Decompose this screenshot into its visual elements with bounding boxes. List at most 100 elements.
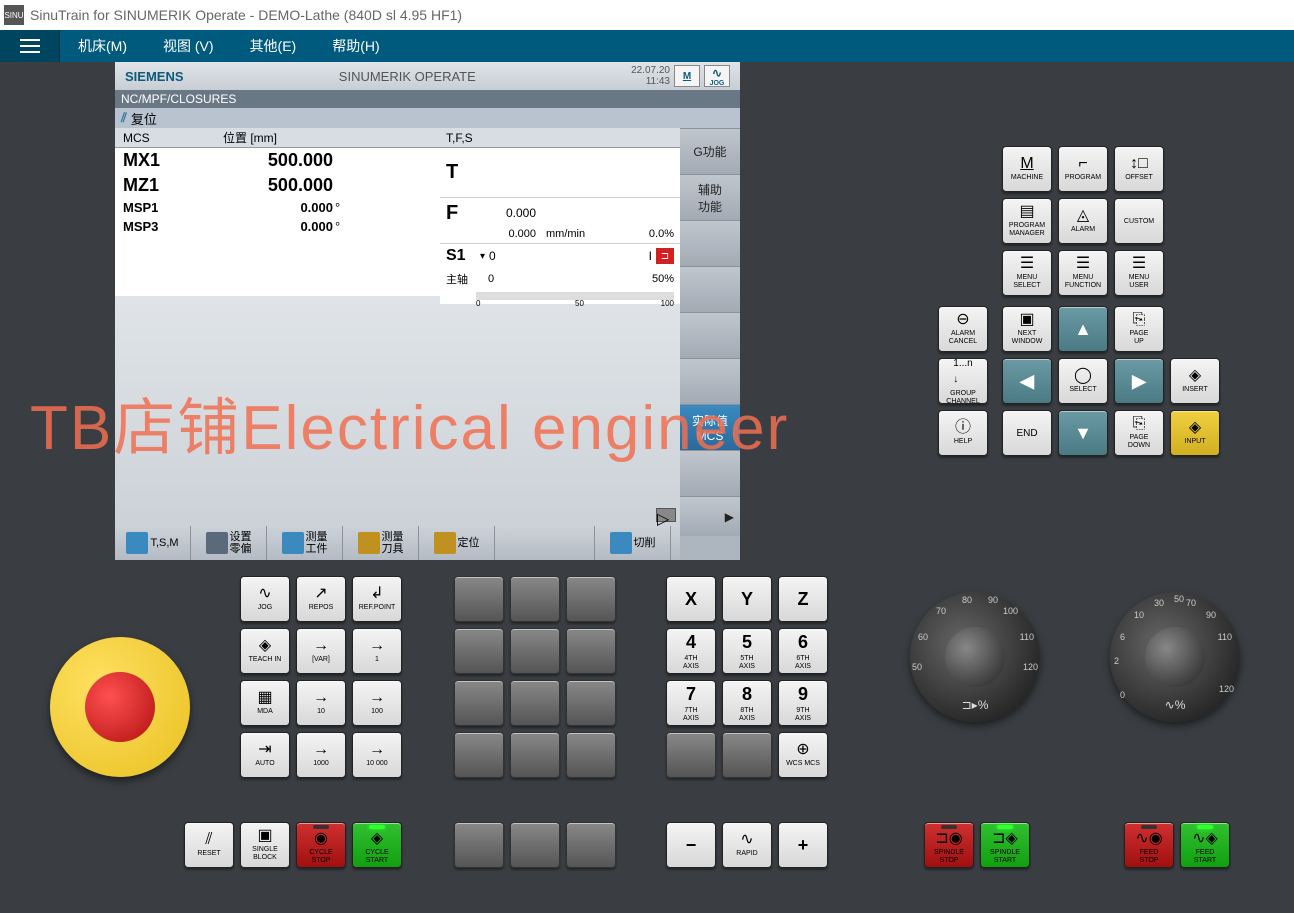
key-plus[interactable]: + xyxy=(778,822,828,868)
key-inc10000[interactable]: →10 000 xyxy=(352,732,402,778)
hamburger-menu[interactable] xyxy=(0,30,60,62)
key-spindle-start[interactable]: ⊐◈SPINDLE START xyxy=(980,822,1030,868)
key-teachin[interactable]: ◈TEACH IN xyxy=(240,628,290,674)
spindle-override-dial[interactable]: ⊐▸% 50 60 70 80 90 100 110 120 xyxy=(910,592,1040,722)
key-inc10[interactable]: →10 xyxy=(296,680,346,726)
key-6th[interactable]: 66TH AXIS xyxy=(778,628,828,674)
key-group-channel[interactable]: 1...n↓GROUP CHANNEL xyxy=(938,358,988,404)
blank-key[interactable] xyxy=(566,732,616,778)
axis-val: 500.000 xyxy=(203,175,333,196)
key-alarm-cancel[interactable]: ⊖ALARM CANCEL xyxy=(938,306,988,352)
key-5th[interactable]: 55TH AXIS xyxy=(722,628,772,674)
menu-help[interactable]: 帮助(H) xyxy=(314,36,397,56)
key-program[interactable]: ⌐PROGRAM xyxy=(1058,146,1108,192)
key-prog-mgr[interactable]: ▤PROGRAM MANAGER xyxy=(1002,198,1052,244)
vsk-5[interactable] xyxy=(680,312,740,358)
blank-key[interactable] xyxy=(566,680,616,726)
key-7th[interactable]: 77TH AXIS xyxy=(666,680,716,726)
key-9th[interactable]: 99TH AXIS xyxy=(778,680,828,726)
key-feed-stop[interactable]: ∿◉FEED STOP xyxy=(1124,822,1174,868)
blank-key[interactable] xyxy=(454,628,504,674)
vsk-6[interactable] xyxy=(680,358,740,404)
vsk-aux[interactable]: 辅助 功能 xyxy=(680,174,740,220)
sk-meas-wp[interactable]: 测量 工件 xyxy=(267,526,343,560)
key-reset[interactable]: ⫽RESET xyxy=(184,822,234,868)
blank-key[interactable] xyxy=(566,576,616,622)
blank-key[interactable] xyxy=(510,628,560,674)
key-8th[interactable]: 88TH AXIS xyxy=(722,680,772,726)
key-next-window[interactable]: ▣NEXT WINDOW xyxy=(1002,306,1052,352)
key-jog[interactable]: ∿JOG xyxy=(240,576,290,622)
blank-key[interactable] xyxy=(454,732,504,778)
key-custom[interactable]: CUSTOM xyxy=(1114,198,1164,244)
vsk-gfunc[interactable]: G功能 xyxy=(680,128,740,174)
menu-machine[interactable]: 机床(M) xyxy=(60,36,145,56)
blank-key[interactable] xyxy=(510,732,560,778)
program-path: NC/MPF/CLOSURES xyxy=(115,90,740,108)
key-menu-user[interactable]: ☰MENU USER xyxy=(1114,250,1164,296)
key-alarm[interactable]: ◬ALARM xyxy=(1058,198,1108,244)
key-wcs-mcs[interactable]: ⊕WCS MCS xyxy=(778,732,828,778)
blank-key[interactable] xyxy=(510,680,560,726)
key-inc1[interactable]: →1 xyxy=(352,628,402,674)
blank-key[interactable] xyxy=(510,576,560,622)
blank-key[interactable] xyxy=(566,628,616,674)
key-cycle-stop[interactable]: ◉CYCLE STOP xyxy=(296,822,346,868)
vsk-more[interactable]: ▶ xyxy=(680,496,740,536)
key-page-up[interactable]: ⎘PAGE UP xyxy=(1114,306,1164,352)
key-left[interactable]: ◀ xyxy=(1002,358,1052,404)
vsk-8[interactable] xyxy=(680,450,740,496)
blank-key[interactable] xyxy=(566,822,616,868)
key-insert[interactable]: ◈INSERT xyxy=(1170,358,1220,404)
blank-key[interactable] xyxy=(454,576,504,622)
menu-view[interactable]: 视图 (V) xyxy=(145,36,232,56)
vsk-4[interactable] xyxy=(680,266,740,312)
emergency-stop[interactable] xyxy=(50,637,190,777)
key-4th[interactable]: 44TH AXIS xyxy=(666,628,716,674)
blank-key[interactable] xyxy=(722,732,772,778)
key-page-down[interactable]: ⎘PAGE DOWN xyxy=(1114,410,1164,456)
sk-meas-tool[interactable]: 测量 刀具 xyxy=(343,526,419,560)
blank-key[interactable] xyxy=(510,822,560,868)
scroll-indicator[interactable]: ▷ xyxy=(656,508,676,522)
key-repos[interactable]: ↗REPOS xyxy=(296,576,346,622)
key-x[interactable]: X xyxy=(666,576,716,622)
sk-tsm[interactable]: T,S,M xyxy=(115,526,191,560)
key-machine[interactable]: MMACHINE xyxy=(1002,146,1052,192)
key-single-block[interactable]: ▣SINGLE BLOCK xyxy=(240,822,290,868)
sk-zero[interactable]: 设置 零偏 xyxy=(191,526,267,560)
key-inc1000[interactable]: →1000 xyxy=(296,732,346,778)
key-cycle-start[interactable]: ◈CYCLE START xyxy=(352,822,402,868)
key-z[interactable]: Z xyxy=(778,576,828,622)
key-menu-function[interactable]: ☰MENU FUNCTION xyxy=(1058,250,1108,296)
sk-pos[interactable]: 定位 xyxy=(419,526,495,560)
key-auto[interactable]: ⇥AUTO xyxy=(240,732,290,778)
blank-key[interactable] xyxy=(666,732,716,778)
key-mda[interactable]: ▦MDA xyxy=(240,680,290,726)
key-spindle-stop[interactable]: ⊐◉SPINDLE STOP xyxy=(924,822,974,868)
key-var[interactable]: →[VAR] xyxy=(296,628,346,674)
menu-other[interactable]: 其他(E) xyxy=(232,36,315,56)
blank-key[interactable] xyxy=(454,680,504,726)
f-label: F xyxy=(446,202,476,225)
key-up[interactable]: ▲ xyxy=(1058,306,1108,352)
key-minus[interactable]: − xyxy=(666,822,716,868)
sk-cut[interactable]: 切削 xyxy=(595,526,671,560)
key-down[interactable]: ▼ xyxy=(1058,410,1108,456)
vsk-3[interactable] xyxy=(680,220,740,266)
blank-key[interactable] xyxy=(454,822,504,868)
key-menu-select[interactable]: ☰MENU SELECT xyxy=(1002,250,1052,296)
key-rapid[interactable]: ∿RAPID xyxy=(722,822,772,868)
key-right[interactable]: ▶ xyxy=(1114,358,1164,404)
key-input[interactable]: ◈INPUT xyxy=(1170,410,1220,456)
key-end[interactable]: END xyxy=(1002,410,1052,456)
key-y[interactable]: Y xyxy=(722,576,772,622)
key-inc100[interactable]: →100 xyxy=(352,680,402,726)
key-refpoint[interactable]: ↲REF.POINT xyxy=(352,576,402,622)
feed-override-dial[interactable]: ∿% 0 2 6 10 30 50 70 90 110 120 xyxy=(1110,592,1240,722)
key-select[interactable]: ◯SELECT xyxy=(1058,358,1108,404)
key-offset[interactable]: ↕□OFFSET xyxy=(1114,146,1164,192)
key-feed-start[interactable]: ∿◈FEED START xyxy=(1180,822,1230,868)
key-help[interactable]: ⓘHELP xyxy=(938,410,988,456)
vsk-actual-mcs[interactable]: 实际值 MCS xyxy=(680,404,740,450)
